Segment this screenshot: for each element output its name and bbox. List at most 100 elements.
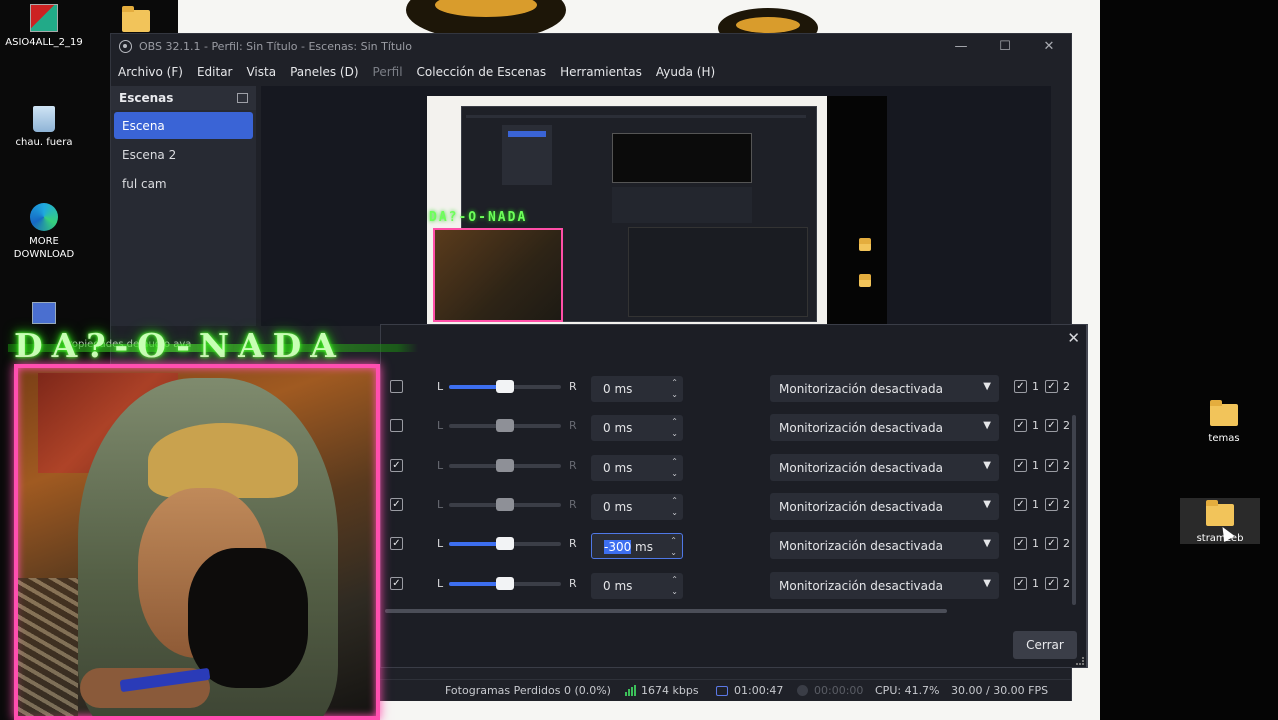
monitoring-select[interactable]: Monitorización desactivada ▼ [770, 532, 999, 559]
balance-thumb[interactable] [496, 459, 514, 472]
balance-left-label: L [437, 419, 444, 432]
advanced-audio-dialog: ✕ L R 0 ms ⌃ ⌄ Monitorización desactivada ▼ ✓ 1 ✓… [380, 324, 1088, 668]
track-2-checkbox[interactable]: ✓ [1045, 380, 1058, 393]
cerrar-button[interactable]: Cerrar [1013, 631, 1077, 659]
vertical-scrollbar[interactable] [1072, 415, 1076, 605]
balance-slider[interactable] [449, 419, 561, 432]
dropdown-arrow-icon: ▼ [983, 420, 991, 431]
resize-grip-icon[interactable] [1076, 657, 1084, 665]
monitoring-value: Monitorización desactivada [779, 421, 943, 435]
recycle-bin-icon [33, 106, 55, 132]
desktop-icon-asio[interactable]: ASIO4ALL_2_19 [4, 4, 84, 49]
track-2-checkbox[interactable]: ✓ [1045, 459, 1058, 472]
preview-canvas[interactable]: DA?-O-NADA [427, 96, 887, 324]
spin-arrows-icon[interactable]: ⌃ ⌄ [671, 574, 678, 598]
balance-left-label: L [437, 577, 444, 590]
balance-thumb[interactable] [496, 537, 514, 550]
track-1-checkbox[interactable]: ✓ [1014, 459, 1027, 472]
track-1-checkbox[interactable]: ✓ [1014, 419, 1027, 432]
minimize-button[interactable]: — [939, 34, 983, 58]
active-checkbox[interactable]: ✓ [390, 459, 403, 472]
scene-item-escena-2[interactable]: Escena 2 [114, 141, 253, 168]
active-checkbox[interactable]: ✓ [390, 537, 403, 550]
balance-slider[interactable] [449, 498, 561, 511]
menu-ayuda[interactable]: Ayuda (H) [656, 65, 715, 79]
track-2-label: 2 [1063, 537, 1070, 550]
monitoring-select[interactable]: Monitorización desactivada ▼ [770, 572, 999, 599]
track-1-checkbox[interactable]: ✓ [1014, 380, 1027, 393]
stream-icon [716, 685, 728, 696]
active-checkbox[interactable] [390, 419, 403, 432]
monitoring-select[interactable]: Monitorización desactivada ▼ [770, 414, 999, 441]
active-checkbox[interactable]: ✓ [390, 577, 403, 590]
sync-offset-input[interactable]: 0 ms ⌃ ⌄ [591, 415, 683, 441]
horizontal-scrollbar[interactable] [385, 609, 947, 613]
menu-coleccion-escenas[interactable]: Colección de Escenas [417, 65, 547, 79]
track-2-checkbox[interactable]: ✓ [1045, 419, 1058, 432]
sync-offset-input[interactable]: 0 ms ⌃ ⌄ [591, 573, 683, 599]
desktop-icon-label: ASIO4ALL_2_19 [5, 37, 83, 48]
balance-thumb[interactable] [496, 577, 514, 590]
screen: ASIO4ALL_2_19 chau. fuera MORE DOWNLOAD … [0, 0, 1278, 720]
menu-paneles[interactable]: Paneles (D) [290, 65, 358, 79]
monitoring-select[interactable]: Monitorización desactivada ▼ [770, 493, 999, 520]
scene-item-ful-cam[interactable]: ful cam [114, 170, 253, 197]
scene-item-escena[interactable]: Escena [114, 112, 253, 139]
desktop-icon-recycle[interactable]: chau. fuera [4, 106, 84, 149]
sync-offset-value: 0 ms [603, 421, 633, 435]
menu-editar[interactable]: Editar [197, 65, 233, 79]
folder-icon [1210, 400, 1238, 426]
track-1-checkbox[interactable]: ✓ [1014, 537, 1027, 550]
menu-vista[interactable]: Vista [246, 65, 276, 79]
track-1-label: 1 [1032, 498, 1039, 511]
spin-arrows-icon[interactable]: ⌃ ⌄ [670, 535, 677, 559]
dropdown-arrow-icon: ▼ [983, 578, 991, 589]
desktop-icon-label: temas [1208, 433, 1240, 444]
spin-arrows-icon[interactable]: ⌃ ⌄ [671, 416, 678, 440]
desktop-icon-temas[interactable]: temas [1184, 400, 1264, 445]
undock-icon[interactable] [237, 93, 248, 103]
balance-slider[interactable] [449, 459, 561, 472]
track-2-checkbox[interactable]: ✓ [1045, 577, 1058, 590]
desktop-icon-stramzeb[interactable]: stramzeb [1180, 498, 1260, 544]
preview-area[interactable]: DA?-O-NADA [261, 86, 1051, 326]
track-1-checkbox[interactable]: ✓ [1014, 577, 1027, 590]
close-button[interactable]: ✕ [1027, 34, 1071, 58]
balance-right-label: R [569, 498, 577, 511]
sync-offset-input[interactable]: 0 ms ⌃ ⌄ [591, 376, 683, 402]
maximize-button[interactable]: ☐ [983, 34, 1027, 58]
balance-thumb[interactable] [496, 419, 514, 432]
sync-offset-input[interactable]: -300 ms ⌃ ⌄ [591, 533, 683, 559]
monitoring-select[interactable]: Monitorización desactivada ▼ [770, 454, 999, 481]
dialog-close-icon[interactable]: ✕ [1067, 329, 1080, 347]
active-checkbox[interactable]: ✓ [390, 498, 403, 511]
track-2-checkbox[interactable]: ✓ [1045, 498, 1058, 511]
active-checkbox[interactable] [390, 380, 403, 393]
track-2-checkbox[interactable]: ✓ [1045, 537, 1058, 550]
track-1-checkbox[interactable]: ✓ [1014, 498, 1027, 511]
balance-left-label: L [437, 498, 444, 511]
balance-slider[interactable] [449, 537, 561, 550]
sync-offset-input[interactable]: 0 ms ⌃ ⌄ [591, 455, 683, 481]
balance-thumb[interactable] [496, 498, 514, 511]
balance-slider[interactable] [449, 577, 561, 590]
desktop-icon-partial[interactable] [4, 302, 84, 328]
monitoring-value: Monitorización desactivada [779, 579, 943, 593]
obs-logo-icon [119, 39, 132, 53]
balance-thumb[interactable] [496, 380, 514, 393]
monitoring-select[interactable]: Monitorización desactivada ▼ [770, 375, 999, 402]
stream-time: 01:00:47 [734, 684, 784, 697]
sync-offset-input[interactable]: 0 ms ⌃ ⌄ [591, 494, 683, 520]
sync-offset-value: 0 ms [603, 461, 633, 475]
dropdown-arrow-icon: ▼ [983, 538, 991, 549]
track-1-label: 1 [1032, 419, 1039, 432]
menu-archivo[interactable]: Archivo (F) [118, 65, 183, 79]
spin-arrows-icon[interactable]: ⌃ ⌄ [671, 456, 678, 480]
spin-arrows-icon[interactable]: ⌃ ⌄ [671, 495, 678, 519]
menu-perfil[interactable]: Perfil [373, 65, 403, 79]
folder-icon [859, 274, 871, 287]
menu-herramientas[interactable]: Herramientas [560, 65, 642, 79]
desktop-icon-edge[interactable]: MORE DOWNLOAD [4, 203, 84, 261]
spin-arrows-icon[interactable]: ⌃ ⌄ [671, 377, 678, 401]
balance-slider[interactable] [449, 380, 561, 393]
